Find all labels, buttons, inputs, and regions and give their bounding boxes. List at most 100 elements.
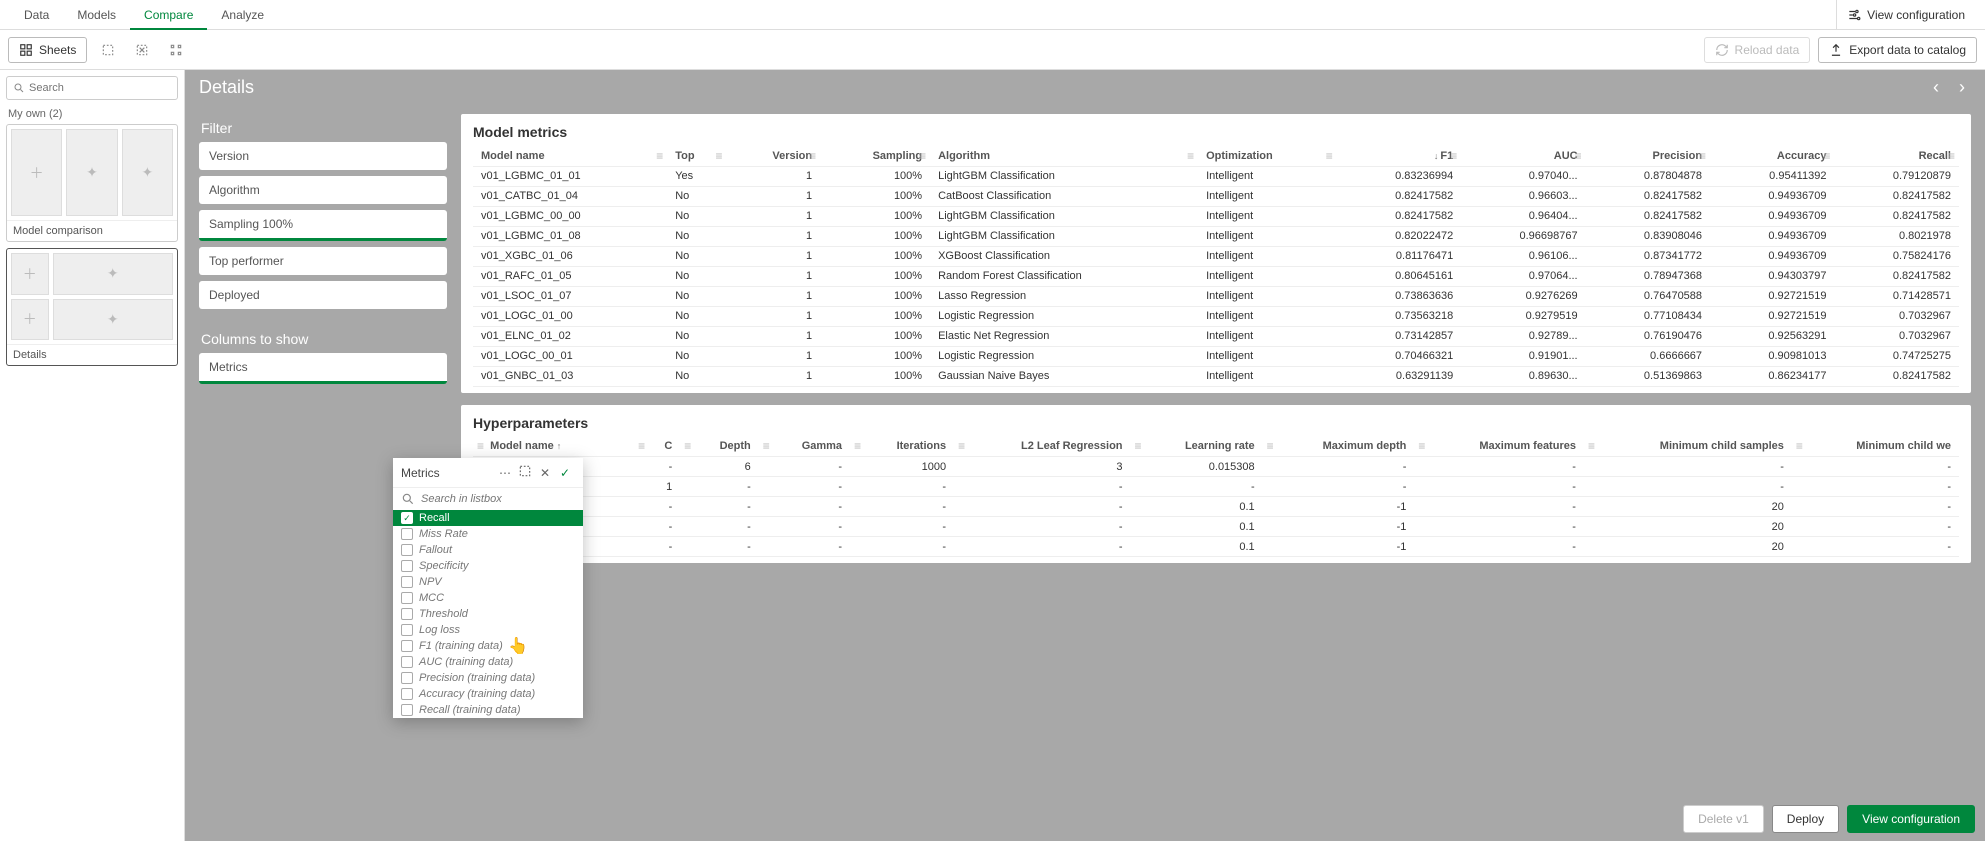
column-header[interactable]: ≡ C	[634, 437, 680, 457]
toolbar-icon-2[interactable]	[129, 37, 155, 63]
column-header[interactable]: ≡ Maximum depth	[1263, 437, 1415, 457]
table-row[interactable]: v01_XGBC_01_06No1100%XGBoost Classificat…	[473, 246, 1959, 266]
view-configuration-button[interactable]: View configuration	[1847, 805, 1975, 833]
table-row[interactable]: v01_GNBC_01_03No1100%Gaussian Naive Baye…	[473, 366, 1959, 386]
column-menu-icon[interactable]: ≡	[1450, 149, 1457, 163]
table-row[interactable]: v01_LGBMC_00_00No1100%LightGBM Classific…	[473, 206, 1959, 226]
table-row[interactable]: v01_LSOC_01_07No1100%Lasso RegressionInt…	[473, 286, 1959, 306]
column-menu-icon[interactable]: ≡	[1267, 439, 1274, 453]
column-header[interactable]: ≡ L2 Leaf Regression	[954, 437, 1130, 457]
sheet-thumb-details[interactable]: ＋ ✦ ＋ ✦ Details	[6, 248, 178, 366]
metrics-list[interactable]: ✓RecallMiss RateFalloutSpecificityNPVMCC…	[393, 510, 583, 718]
table-row[interactable]: v01_LGBMC_01_08-----0.1-1-20-	[473, 537, 1959, 557]
table-row[interactable]: v01_LOGC_00_01No1100%Logistic Regression…	[473, 346, 1959, 366]
column-menu-icon[interactable]: ≡	[638, 439, 645, 453]
column-header[interactable]: ≡ Minimum child samples	[1584, 437, 1792, 457]
column-menu-icon[interactable]: ≡	[1588, 439, 1595, 453]
tab-compare[interactable]: Compare	[130, 0, 207, 30]
column-header[interactable]: ≡ Iterations	[850, 437, 954, 457]
column-menu-icon[interactable]: ≡	[477, 439, 484, 453]
metrics-list-item[interactable]: Miss Rate	[393, 526, 583, 542]
column-menu-icon[interactable]: ≡	[1796, 439, 1803, 453]
column-header[interactable]: Model name≡	[473, 146, 667, 166]
table-row[interactable]: v01_LGBMC_01_08No1100%LightGBM Classific…	[473, 226, 1959, 246]
metrics-list-item[interactable]: Log loss	[393, 622, 583, 638]
column-menu-icon[interactable]: ≡	[1418, 439, 1425, 453]
delete-button[interactable]: Delete v1	[1683, 805, 1764, 833]
column-menu-icon[interactable]: ≡	[1187, 149, 1194, 163]
column-header[interactable]: Accuracy≡	[1710, 146, 1834, 166]
tab-models[interactable]: Models	[63, 0, 130, 30]
column-menu-icon[interactable]: ≡	[854, 439, 861, 453]
column-header[interactable]: AUC≡	[1461, 146, 1585, 166]
sheet-thumb-model-comparison[interactable]: ＋ ✦ ✦ Model comparison	[6, 124, 178, 242]
metrics-list-item[interactable]: F1 (training data)	[393, 638, 583, 654]
metrics-list-item[interactable]: Fallout	[393, 542, 583, 558]
filter-item[interactable]: Top performer	[199, 247, 447, 275]
metrics-list-item[interactable]: ✓Recall	[393, 510, 583, 526]
column-header[interactable]: Sampling≡	[820, 146, 930, 166]
columns-metrics-item[interactable]: Metrics	[199, 353, 447, 384]
metrics-list-item[interactable]: Precision (training data)	[393, 670, 583, 686]
tab-analyze[interactable]: Analyze	[207, 0, 278, 30]
select-tool-icon[interactable]	[515, 464, 535, 481]
tab-data[interactable]: Data	[10, 0, 63, 30]
metrics-search-input[interactable]	[421, 493, 575, 505]
table-row[interactable]: v01_RAFC_01_05No1100%Random Forest Class…	[473, 266, 1959, 286]
table-row[interactable]: v01_LGBMC_01_01-----0.1-1-20-	[473, 517, 1959, 537]
metrics-list-item[interactable]: NPV	[393, 574, 583, 590]
column-menu-icon[interactable]: ≡	[958, 439, 965, 453]
column-header[interactable]: ≡ Depth	[680, 437, 758, 457]
metrics-list-item[interactable]: Specificity	[393, 558, 583, 574]
column-menu-icon[interactable]: ≡	[656, 149, 663, 163]
filter-item[interactable]: Deployed	[199, 281, 447, 309]
column-header[interactable]: ≡ Gamma	[759, 437, 850, 457]
column-header[interactable]: ≡ Model name ↑	[473, 437, 634, 457]
sidebar-search[interactable]	[6, 76, 178, 100]
confirm-icon[interactable]: ✓	[555, 466, 575, 480]
column-menu-icon[interactable]: ≡	[684, 439, 691, 453]
deploy-button[interactable]: Deploy	[1772, 805, 1839, 833]
more-icon[interactable]: ⋯	[495, 466, 515, 480]
prev-arrow[interactable]: ‹	[1927, 77, 1945, 98]
filter-item[interactable]: Sampling 100%	[199, 210, 447, 241]
column-header[interactable]: Recall≡	[1834, 146, 1959, 166]
sheets-button[interactable]: Sheets	[8, 37, 87, 63]
column-menu-icon[interactable]: ≡	[1135, 439, 1142, 453]
column-header[interactable]: Optimization≡	[1198, 146, 1337, 166]
table-row[interactable]: v01_LGBMC_00_00-----0.1-1-20-	[473, 497, 1959, 517]
column-header[interactable]: ↓F1≡	[1337, 146, 1461, 166]
filter-item[interactable]: Algorithm	[199, 176, 447, 204]
close-icon[interactable]: ✕	[535, 466, 555, 480]
column-header[interactable]: Algorithm≡	[930, 146, 1198, 166]
column-menu-icon[interactable]: ≡	[919, 149, 926, 163]
column-header[interactable]: Precision≡	[1586, 146, 1710, 166]
column-header[interactable]: ≡ Maximum features	[1414, 437, 1584, 457]
metrics-list-item[interactable]: MCC	[393, 590, 583, 606]
column-menu-icon[interactable]: ≡	[1575, 149, 1582, 163]
filter-item[interactable]: Version	[199, 142, 447, 170]
table-row[interactable]: v01_ELNC_01_021---------	[473, 477, 1959, 497]
column-menu-icon[interactable]: ≡	[1823, 149, 1830, 163]
column-menu-icon[interactable]: ≡	[1699, 149, 1706, 163]
column-header[interactable]: Version≡	[727, 146, 821, 166]
toolbar-icon-3[interactable]	[163, 37, 189, 63]
metrics-list-item[interactable]: Accuracy (training data)	[393, 686, 583, 702]
column-menu-icon[interactable]: ≡	[1326, 149, 1333, 163]
metrics-list-item[interactable]: Threshold	[393, 606, 583, 622]
column-menu-icon[interactable]: ≡	[809, 149, 816, 163]
column-menu-icon[interactable]: ≡	[763, 439, 770, 453]
column-menu-icon[interactable]: ≡	[1948, 149, 1955, 163]
table-row[interactable]: v01_CATBC_01_04-6-100030.015308----	[473, 457, 1959, 477]
column-menu-icon[interactable]: ≡	[716, 149, 723, 163]
column-header[interactable]: ≡ Learning rate	[1131, 437, 1263, 457]
metrics-list-item[interactable]: AUC (training data)	[393, 654, 583, 670]
column-header[interactable]: ≡ Minimum child we	[1792, 437, 1959, 457]
export-data-button[interactable]: Export data to catalog	[1818, 37, 1977, 63]
column-header[interactable]: Top≡	[667, 146, 726, 166]
metrics-list-item[interactable]: Recall (training data)	[393, 702, 583, 718]
next-arrow[interactable]: ›	[1953, 77, 1971, 98]
search-input[interactable]	[29, 82, 171, 94]
reload-data-button[interactable]: Reload data	[1704, 37, 1811, 63]
table-row[interactable]: v01_LGBMC_01_01Yes1100%LightGBM Classifi…	[473, 166, 1959, 186]
